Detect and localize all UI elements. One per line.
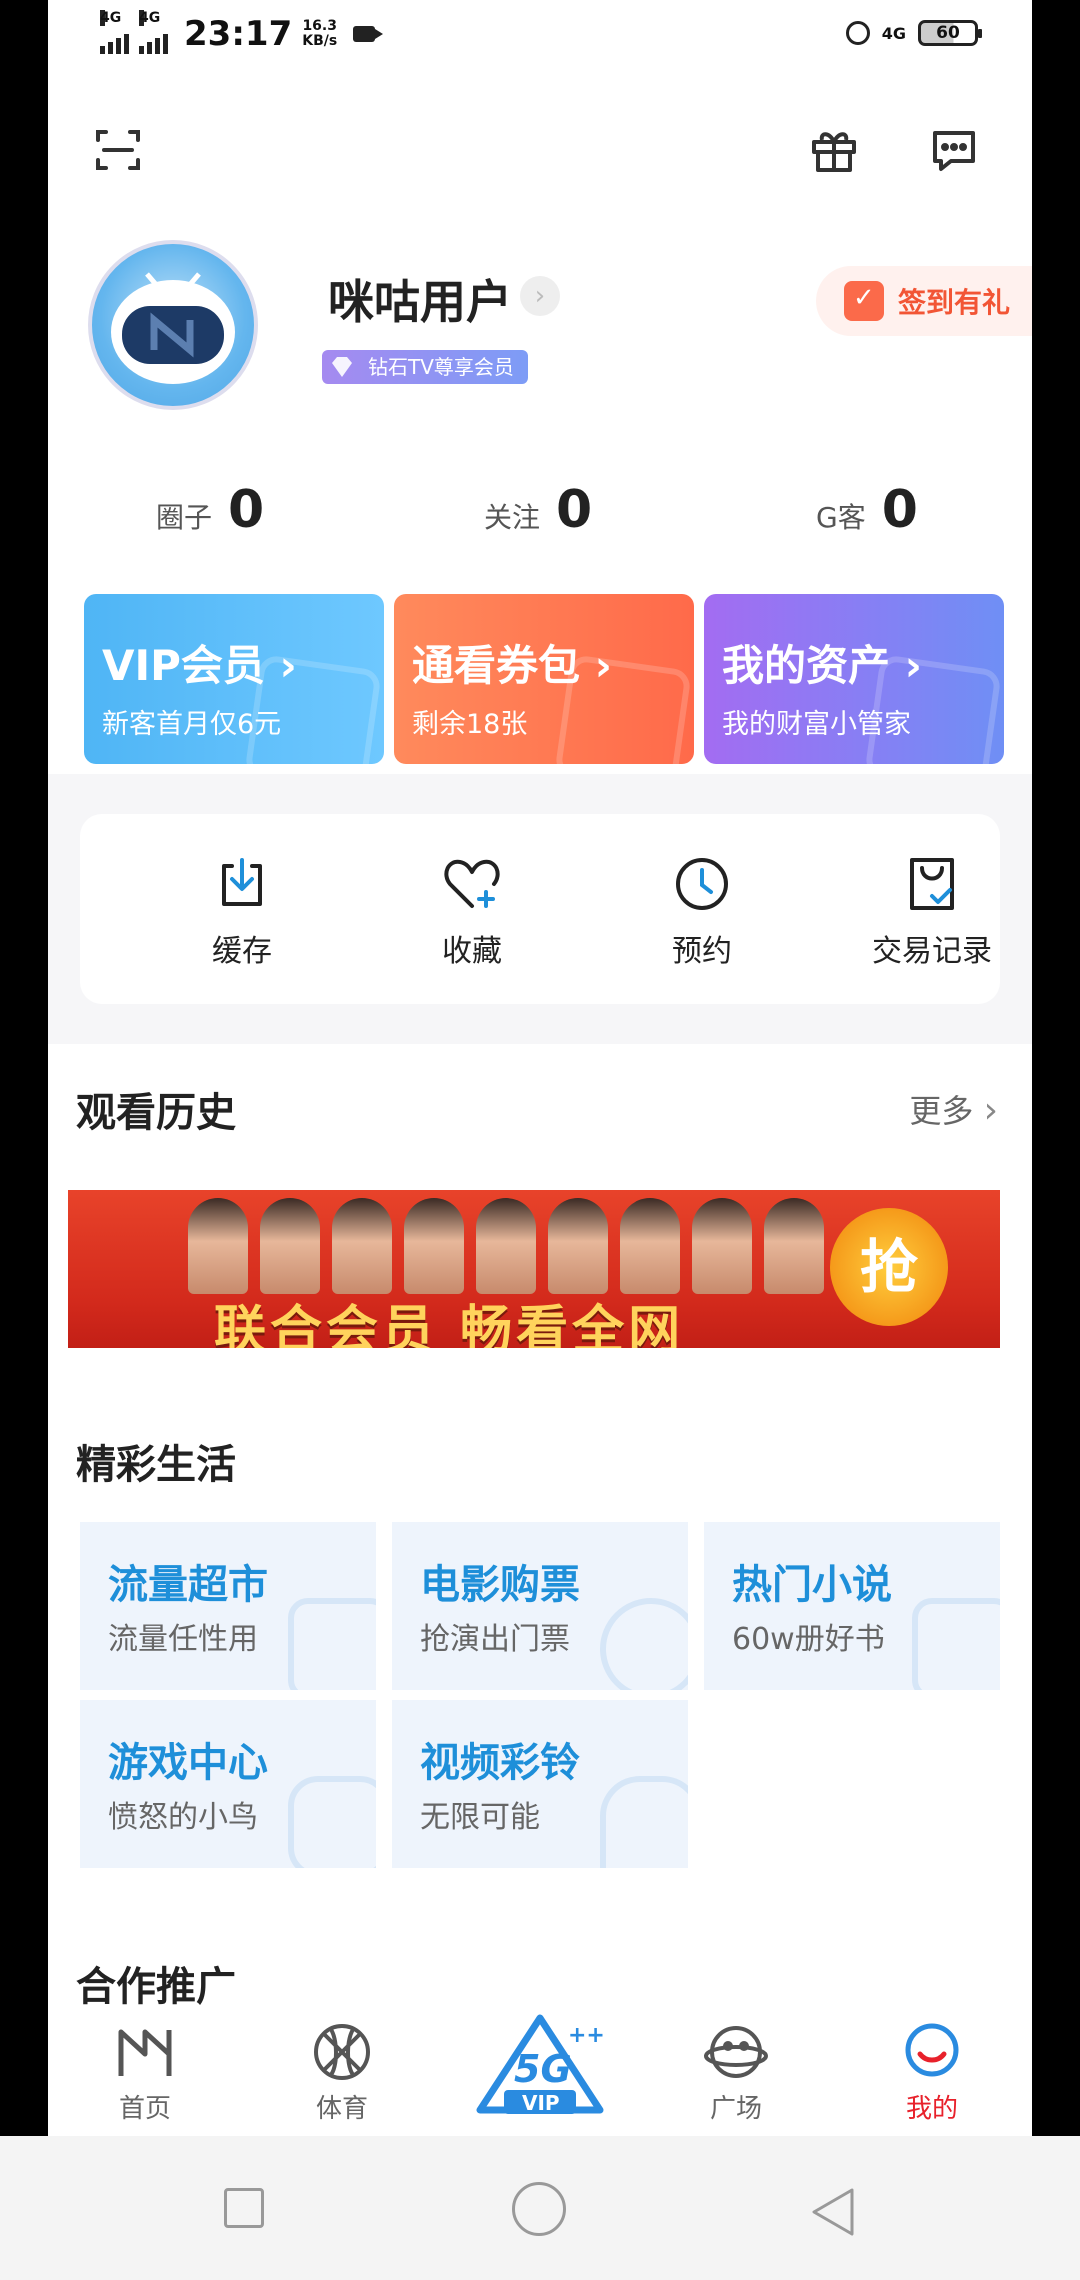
history-more-link[interactable]: 更多 ›: [909, 1086, 998, 1132]
diamond-icon: [332, 357, 352, 377]
username[interactable]: 咪咕用户: [328, 266, 512, 332]
vip-card[interactable]: VIP会员 › 新客首月仅6元: [84, 594, 384, 764]
history-title: 观看历史: [76, 1090, 236, 1136]
life-item-movie-tickets[interactable]: 电影购票 抢演出门票: [392, 1522, 688, 1690]
basketball-icon: [314, 2024, 370, 2080]
message-icon[interactable]: [924, 120, 984, 180]
migu-logo-icon: [118, 2029, 172, 2076]
banner-celebrities: [188, 1198, 828, 1294]
app-screen: 4G 4G 23:17 16.3 KB/s 4G 60 咪咕用户 › 钻石TV尊…: [48, 0, 1032, 2136]
bottom-tab-bar: 首页 体育 5G ++ VIP 广场 我的: [48, 2010, 1032, 2136]
battery-icon: 60: [918, 20, 982, 46]
profile-section: 咪咕用户 › 钻石TV尊享会员 签到有礼: [88, 240, 1032, 420]
clock-icon: [676, 858, 728, 910]
life-title: 精彩生活: [76, 1442, 236, 1488]
banner-text: 联合会员 畅看全网: [214, 1301, 685, 1348]
assets-card[interactable]: 我的资产 › 我的财富小管家: [704, 594, 1004, 764]
feature-cards: VIP会员 › 新客首月仅6元 通看券包 › 剩余18张 我的资产 › 我的财富…: [84, 594, 1004, 764]
vip-badge[interactable]: 钻石TV尊享会员: [322, 350, 528, 384]
tools-panel: 缓存 收藏 预约 交易记录: [80, 814, 1000, 1004]
stats-row: 圈子 0 关注 0 G客 0: [48, 480, 1032, 560]
heart-plus-icon: [444, 859, 500, 908]
alarm-icon: [845, 21, 870, 45]
gift-icon[interactable]: [804, 120, 864, 180]
status-bar: 4G 4G 23:17 16.3 KB/s 4G 60: [48, 0, 1032, 80]
signal-icon: 4G: [100, 10, 129, 54]
smiley-icon: [905, 2023, 959, 2077]
system-nav-bar: [0, 2136, 1080, 2280]
avatar[interactable]: [88, 240, 258, 410]
recent-apps-button[interactable]: [224, 2188, 264, 2228]
checkin-button[interactable]: 签到有礼: [816, 266, 1032, 336]
home-button[interactable]: [512, 2182, 566, 2236]
tab-mine[interactable]: 我的: [872, 2020, 992, 2125]
5g-vip-icon: 5G ++ VIP: [476, 2014, 605, 2115]
stat-following[interactable]: 关注 0: [484, 480, 592, 540]
tool-reservation[interactable]: 预约: [602, 854, 802, 970]
bag-check-icon: [910, 858, 954, 910]
top-toolbar: [48, 120, 1032, 190]
tab-home[interactable]: 首页: [85, 2020, 205, 2125]
partner-title: 合作推广: [76, 1964, 236, 2010]
life-item-data-market[interactable]: 流量超市 流量任性用: [80, 1522, 376, 1690]
life-item-novels[interactable]: 热门小说 60w册好书: [704, 1522, 1000, 1690]
svg-text:VIP: VIP: [522, 2091, 560, 2115]
svg-text:++: ++: [568, 2023, 605, 2048]
tab-sports[interactable]: 体育: [282, 2020, 402, 2125]
svg-text:5G: 5G: [514, 2047, 572, 2091]
tool-cache[interactable]: 缓存: [142, 854, 342, 970]
tool-favorites[interactable]: 收藏: [372, 854, 572, 970]
calendar-check-icon: [844, 281, 884, 321]
coupon-card[interactable]: 通看券包 › 剩余18张: [394, 594, 694, 764]
network-speed: 16.3 KB/s: [302, 18, 338, 49]
grab-button[interactable]: 抢: [830, 1208, 948, 1326]
life-item-video-ringtone[interactable]: 视频彩铃 无限可能: [392, 1700, 688, 1868]
scan-icon[interactable]: [88, 120, 148, 180]
network-type: 4G: [881, 23, 906, 43]
tool-transactions[interactable]: 交易记录: [832, 854, 1032, 970]
status-time: 23:17: [184, 14, 293, 54]
signal-icon: 4G: [139, 10, 168, 54]
tab-square[interactable]: 广场: [676, 2020, 796, 2125]
download-icon: [222, 858, 262, 906]
camera-icon: [353, 26, 384, 42]
stat-circles[interactable]: 圈子 0: [156, 480, 264, 540]
chevron-right-icon[interactable]: ›: [520, 276, 560, 316]
stat-gke[interactable]: G客 0: [816, 480, 918, 540]
tab-vip[interactable]: 5G ++ VIP: [470, 2010, 610, 2124]
back-button[interactable]: [810, 2186, 856, 2238]
promo-banner[interactable]: 联合会员 畅看全网 抢: [68, 1190, 1000, 1348]
planet-icon: [704, 2026, 768, 2078]
life-item-game-center[interactable]: 游戏中心 愤怒的小鸟: [80, 1700, 376, 1868]
